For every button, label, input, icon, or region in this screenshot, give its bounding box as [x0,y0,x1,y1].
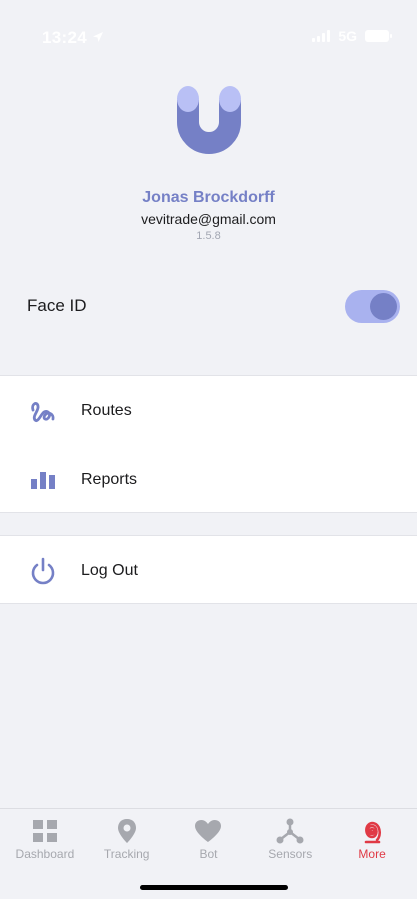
location-pin-icon [112,817,142,845]
tab-label-tracking: Tracking [103,847,150,861]
tab-bar: Dashboard Tracking Bot Sensors More [0,808,417,899]
location-arrow-icon [92,28,104,47]
status-indicators: 5G [312,28,392,44]
tab-label-more: More [358,847,386,861]
tab-label-sensors: Sensors [268,847,313,861]
tab-dashboard[interactable]: Dashboard [5,817,85,861]
status-time: 13:24 [42,28,104,48]
tab-label-dashboard: Dashboard [15,847,75,861]
route-squiggle-icon [28,397,58,425]
menu-item-logout[interactable]: Log Out [0,536,417,605]
menu-item-reports[interactable]: Reports [0,445,417,514]
status-bar: 13:24 5G [0,0,417,70]
heart-icon [193,817,223,845]
tab-more[interactable]: More [332,817,412,861]
tab-bot[interactable]: Bot [168,817,248,861]
status-time-text: 13:24 [42,28,87,47]
network-type: 5G [338,28,357,44]
menu-group-account: Log Out [0,535,417,604]
bar-chart-icon [28,466,58,494]
profile-header: Jonas Brockdorff vevitrade@gmail.com 1.5… [0,82,417,242]
toggle-knob [370,292,397,320]
menu-group-navigation: Routes Reports [0,375,417,513]
tab-sensors[interactable]: Sensors [250,817,330,861]
menu-item-routes[interactable]: Routes [0,376,417,445]
battery-icon [365,30,392,42]
menu-label-reports: Reports [81,470,138,488]
menu-label-routes: Routes [81,401,132,419]
menu-label-logout: Log Out [81,561,138,579]
face-id-label: Face ID [27,296,87,315]
user-email: vevitrade@gmail.com [141,211,276,227]
home-indicator [140,885,288,890]
face-id-toggle[interactable] [345,289,400,323]
user-name: Jonas Brockdorff [142,189,275,206]
tab-label-bot: Bot [199,847,218,861]
tab-tracking[interactable]: Tracking [87,817,167,861]
sensors-network-icon [275,817,305,845]
app-logo-icon [167,82,251,164]
dashboard-grid-icon [30,817,60,845]
power-icon [28,557,58,585]
app-version: 1.5.8 [196,230,221,242]
signal-icon [312,30,331,42]
face-id-row: Face ID [27,282,400,330]
spiral-icon [357,817,387,845]
